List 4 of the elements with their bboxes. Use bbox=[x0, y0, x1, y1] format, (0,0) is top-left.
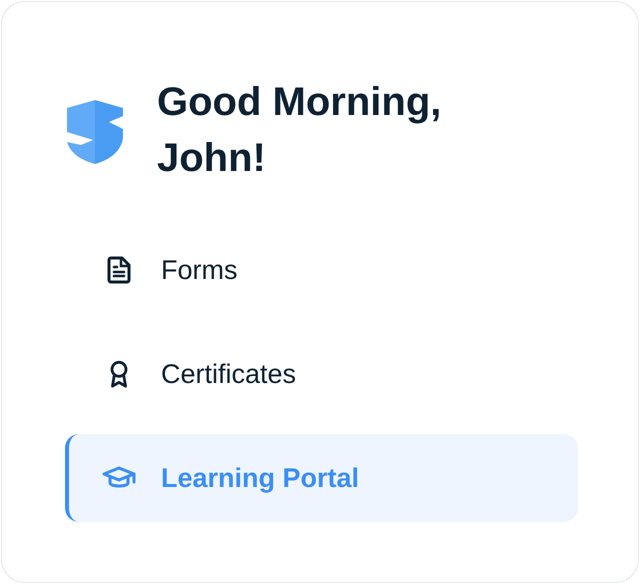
greeting-title: Good Morning, John! bbox=[157, 79, 442, 182]
shield-logo-icon bbox=[65, 98, 125, 164]
nav-item[interactable]: Forms bbox=[65, 226, 578, 314]
nav-item[interactable]: Certificates bbox=[65, 330, 578, 418]
